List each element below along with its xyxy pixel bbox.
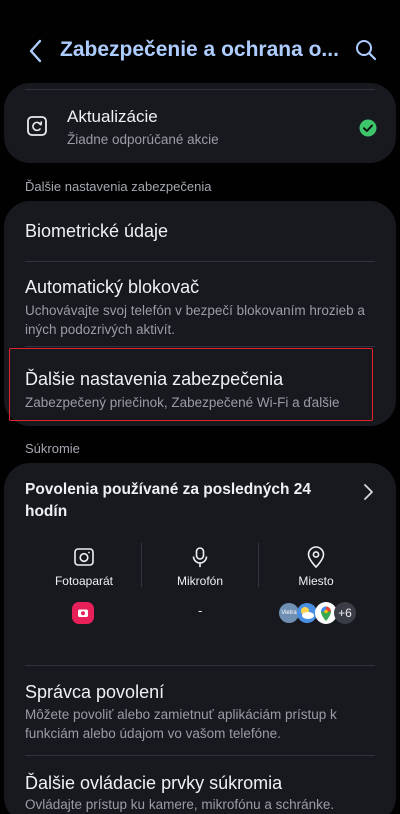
permissions-title: Povolenia používané za posledných 24 hod… bbox=[25, 481, 311, 520]
privacy-card: Povolenia používané za posledných 24 hod… bbox=[4, 463, 396, 814]
menu-item-title: Biometrické údaje bbox=[25, 221, 169, 241]
more-apps-count: +6 bbox=[334, 602, 356, 624]
menu-item-title: Ďalšie ovládacie prvky súkromia bbox=[25, 773, 283, 793]
camera-icon bbox=[78, 609, 88, 617]
permission-label: Fotoaparát bbox=[54, 574, 114, 588]
microphone-apps-none: - bbox=[198, 603, 203, 618]
permission-microphone[interactable]: Mikrofón bbox=[142, 546, 258, 588]
cloud-icon bbox=[301, 607, 314, 619]
page-title: Zabezpečenie a ochrana o... bbox=[60, 38, 339, 61]
search-button[interactable] bbox=[352, 36, 380, 64]
app-name: Vietra bbox=[281, 610, 297, 616]
location-app-icon: Vietra bbox=[279, 603, 299, 623]
permission-camera[interactable]: Fotoaparát bbox=[26, 546, 142, 588]
back-button[interactable] bbox=[22, 36, 48, 66]
menu-item-subtitle: Môžete povoliť alebo zamietnuť aplikáciá… bbox=[25, 707, 337, 741]
updates-card[interactable]: Aktualizácie Žiadne odporúčané akcie bbox=[4, 83, 396, 163]
section-label-privacy: Súkromie bbox=[25, 441, 80, 456]
divider bbox=[25, 665, 375, 666]
divider bbox=[25, 261, 375, 262]
camera-app-icon bbox=[72, 602, 94, 624]
permission-location[interactable]: Miesto bbox=[258, 546, 374, 588]
microphone-icon bbox=[192, 547, 208, 568]
update-icon bbox=[27, 116, 47, 136]
weather-app-icon bbox=[297, 603, 317, 623]
menu-item-title: Správca povolení bbox=[25, 682, 165, 702]
menu-item-title: Automatický blokovač bbox=[25, 277, 200, 297]
updates-title: Aktualizácie bbox=[67, 107, 158, 126]
divider bbox=[25, 755, 375, 756]
menu-item-subtitle: Uchovávajte svoj telefón v bezpečí bloko… bbox=[25, 303, 365, 337]
highlight-box bbox=[9, 348, 373, 421]
chevron-right-icon[interactable] bbox=[362, 482, 376, 502]
search-icon bbox=[356, 40, 377, 61]
permission-label: Mikrofón bbox=[176, 574, 223, 588]
section-label-more-security: Ďalšie nastavenia zabezpečenia bbox=[25, 179, 212, 194]
check-circle-icon bbox=[359, 119, 377, 137]
location-icon bbox=[307, 546, 325, 568]
menu-item-subtitle: Ovládajte prístup ku kamere, mikrofónu a… bbox=[25, 797, 335, 812]
divider bbox=[25, 89, 375, 90]
divider bbox=[25, 346, 375, 347]
arrow-left-icon bbox=[29, 39, 42, 63]
camera-icon bbox=[74, 548, 94, 566]
permission-label: Miesto bbox=[298, 574, 334, 588]
updates-subtitle: Žiadne odporúčané akcie bbox=[67, 132, 219, 147]
